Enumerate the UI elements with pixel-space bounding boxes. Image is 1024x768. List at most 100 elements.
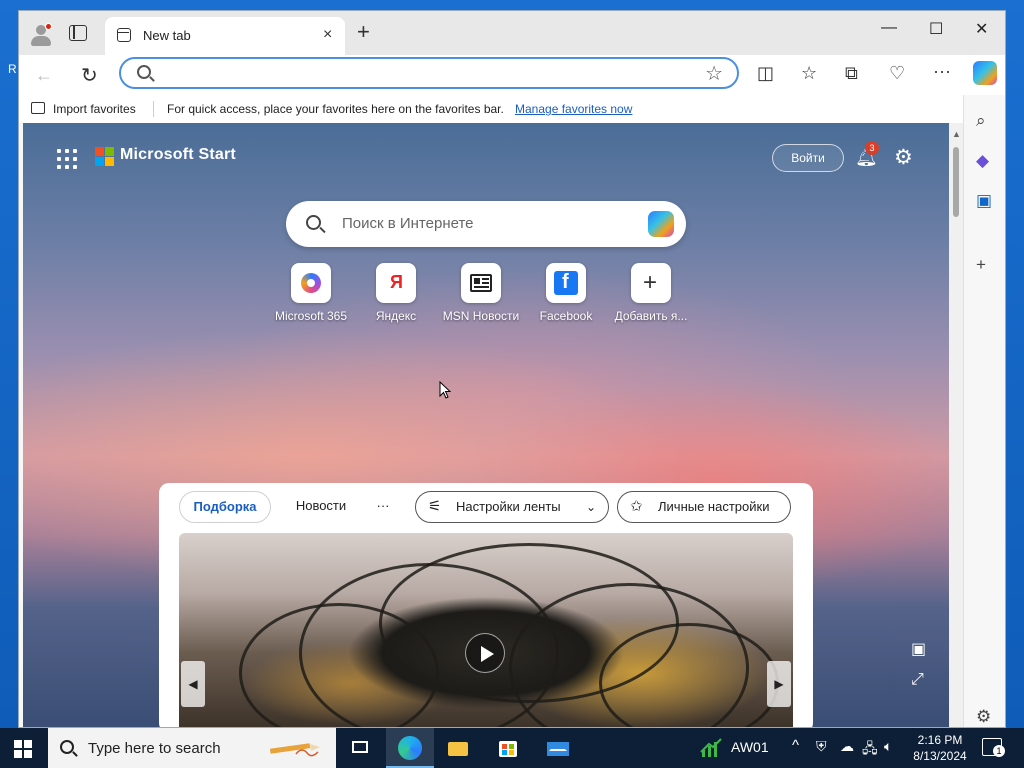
sign-in-button[interactable]: Войти [772,144,844,172]
taskbar: Type here to search AW01 ^ ⛨ ☁ 🖧︎ 🔈︎ 2:1… [0,728,1024,768]
maximize-button[interactable]: ☐ [929,19,943,39]
facebook-icon: f [546,263,586,303]
quick-links: Microsoft 365 Я Яндекс MSN Новости f Fac… [271,263,701,333]
profile-icon[interactable] [29,23,53,47]
favorites-icon[interactable]: ☆ [801,63,817,84]
sidebar-add-icon[interactable]: + [976,255,986,275]
network-monitor-icon[interactable] [700,738,722,758]
system-clock[interactable]: 2:16 PM 8/13/2024 [908,732,972,764]
import-favorites-button[interactable]: Import favorites [53,102,136,116]
more-menu-icon[interactable]: ··· [933,61,951,82]
cloud-icon[interactable]: ☁ [840,738,854,755]
expand-icon[interactable]: ⤢ [911,671,924,689]
clock-time: 2:16 PM [917,733,963,747]
yandex-icon: Я [376,263,416,303]
sliders-icon: ⚟ [428,498,442,515]
split-screen-icon[interactable]: ◫ [757,63,774,84]
search-icon [306,215,321,230]
sidebar-search-icon[interactable]: ⌕ [976,111,986,131]
quick-link-label: Facebook [539,309,593,323]
close-window-button[interactable]: ✕ [975,19,988,39]
page-scrollbar[interactable]: ▲ [949,123,963,727]
refresh-icon[interactable]: ↻ [81,63,98,88]
collections-icon[interactable]: ⧉ [845,63,858,84]
browser-window: New tab × + — ☐ ✕ ← ↻ ☆ ◫ ☆ ⧉ ♡ ··· Impo… [18,10,1006,728]
notification-count: 1 [993,745,1005,757]
microsoft-logo-icon [95,147,115,167]
notification-badge: 3 [865,141,879,155]
mouse-pointer-icon [439,381,451,399]
personal-settings-button[interactable]: ✩ Личные настройки [617,491,791,523]
import-favorites-icon [31,102,45,114]
tab-close-icon[interactable]: × [323,26,332,44]
copilot-icon[interactable] [648,211,674,237]
feed-panel: Подборка Новости ··· ⚟ Настройки ленты ⌄… [159,483,813,727]
tray-label[interactable]: AW01 [731,739,769,755]
copilot-icon[interactable] [973,61,997,85]
quick-link-label: Microsoft 365 [274,309,348,323]
sidebar-outlook-icon[interactable]: ▣ [976,191,992,211]
play-button-icon[interactable] [465,633,505,673]
tab-news[interactable]: Новости [291,491,351,523]
sidebar-m365-icon[interactable]: ◆ [976,151,989,171]
background-image-icon[interactable]: ▣ [911,639,926,659]
scroll-thumb[interactable] [953,147,959,217]
favorites-hint: For quick access, place your favorites h… [167,102,504,116]
quick-link-microsoft-365[interactable]: Microsoft 365 [271,263,351,323]
feed-settings-label: Настройки ленты [456,499,561,514]
favorites-bar: Import favorites For quick access, place… [19,95,963,123]
quick-link-label: Яндекс [375,309,417,323]
navigation-bar: ← ↻ ☆ ◫ ☆ ⧉ ♡ ··· [19,55,1005,95]
quick-link-msn-news[interactable]: MSN Новости [441,263,521,323]
microsoft-store-icon[interactable] [496,736,520,760]
scroll-up-icon[interactable]: ▲ [952,129,961,139]
volume-icon[interactable]: 🔈︎ [884,738,892,755]
feed-settings-button[interactable]: ⚟ Настройки ленты ⌄ [415,491,609,523]
browser-essentials-icon[interactable]: ♡ [889,63,905,84]
minimize-button[interactable]: — [881,19,897,37]
clock-date: 8/13/2024 [913,749,967,763]
next-arrow-icon[interactable]: ▶ [767,661,791,707]
brand-title: Microsoft Start [120,146,236,163]
title-bar: New tab × + — ☐ ✕ [19,11,1005,55]
quick-link-yandex[interactable]: Я Яндекс [356,263,436,323]
pencil-illustration-icon [269,743,320,757]
back-arrow-icon[interactable]: ← [35,65,53,86]
windows-start-icon[interactable] [14,740,32,758]
divider [153,101,154,117]
security-shield-icon[interactable]: ⛨ [816,738,827,755]
taskbar-search-box[interactable]: Type here to search [48,728,336,768]
app-launcher-icon[interactable] [57,149,77,169]
previous-arrow-icon[interactable]: ◀ [181,661,205,707]
tab-new-tab[interactable]: New tab × [105,17,345,55]
new-tab-button[interactable]: + [357,21,370,43]
plus-icon: + [631,263,671,303]
web-search-box[interactable]: Поиск в Интернете [286,201,686,247]
web-search-input[interactable]: Поиск в Интернете [342,215,474,232]
favorite-star-icon[interactable]: ☆ [705,61,723,86]
search-icon [60,740,74,754]
edge-sidebar: ⌕ ◆ ▣ + ⚙ [963,95,1005,727]
microsoft-365-icon [291,263,331,303]
taskbar-search-input[interactable]: Type here to search [88,740,221,757]
tab-actions-icon[interactable] [69,25,87,41]
page-settings-gear-icon[interactable]: ⚙ [894,145,913,170]
address-bar[interactable]: ☆ [119,57,739,89]
sidebar-settings-icon[interactable]: ⚙ [976,707,991,727]
notification-center-icon[interactable]: 1 [982,738,1005,757]
tab-selection[interactable]: Подборка [179,491,271,523]
new-tab-favicon-icon [117,28,131,42]
task-view-icon[interactable] [348,736,372,760]
quick-link-facebook[interactable]: f Facebook [526,263,606,323]
featured-video[interactable]: ◀ ▶ [179,533,793,727]
desktop-icon-fragment[interactable]: R [8,62,17,76]
manage-favorites-link[interactable]: Manage favorites now [515,102,632,116]
quick-link-add[interactable]: + Добавить я... [611,263,691,323]
network-icon[interactable]: 🖧︎ [862,738,878,762]
feed-more-button[interactable]: ··· [373,491,393,523]
chevron-up-icon[interactable]: ^ [792,737,799,754]
file-explorer-icon[interactable] [446,736,470,760]
personal-settings-label: Личные настройки [658,499,770,514]
mail-icon[interactable] [546,736,570,760]
search-icon [137,65,151,79]
